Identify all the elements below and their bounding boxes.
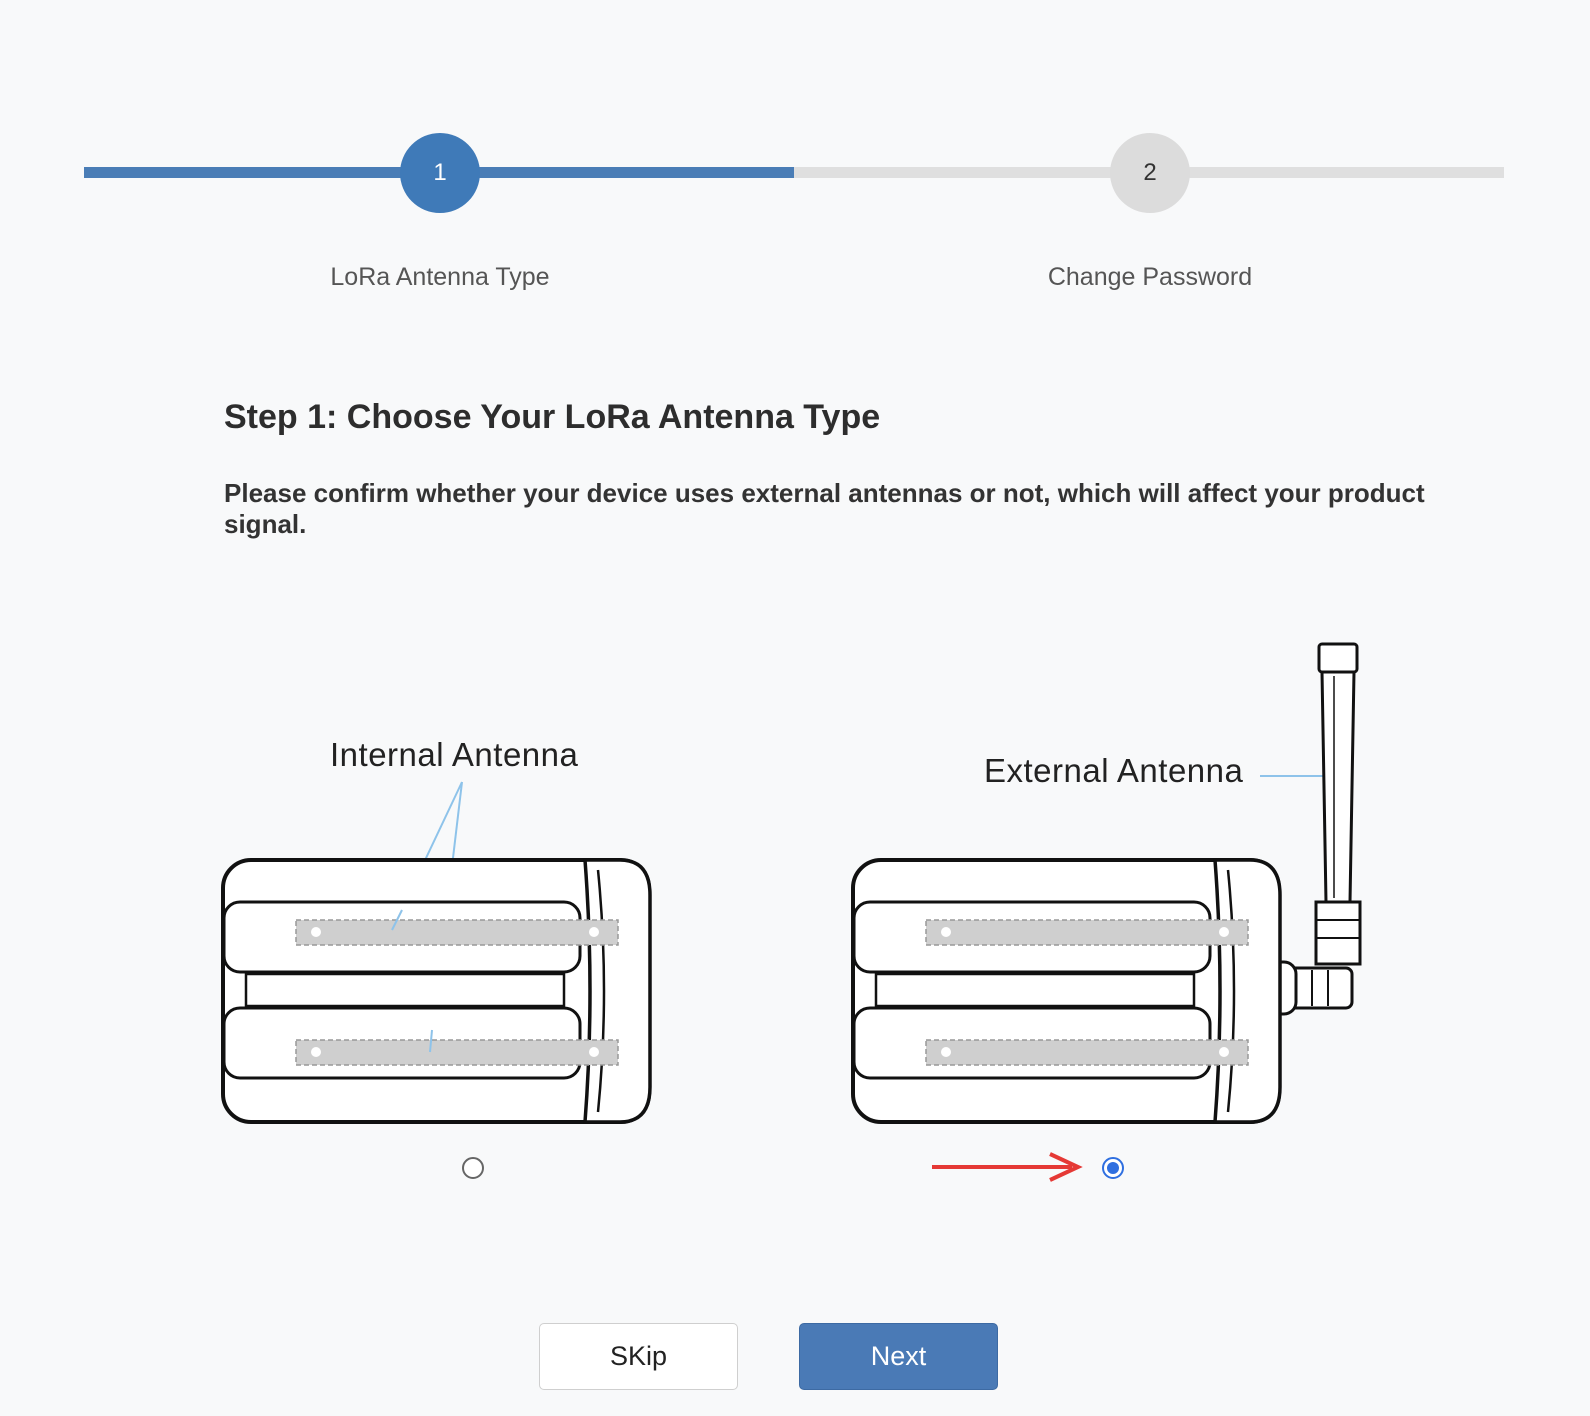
step-2-indicator: 2: [1110, 133, 1190, 213]
setup-wizard: 1 2 LoRa Antenna Type Change Password St…: [0, 0, 1590, 1416]
external-antenna-label: External Antenna: [984, 752, 1244, 789]
red-arrow-annotation-icon: [932, 1152, 1083, 1182]
external-antenna-radio[interactable]: [1102, 1157, 1124, 1179]
page-title: Step 1: Choose Your LoRa Antenna Type: [224, 398, 881, 436]
internal-antenna-illustration[interactable]: Internal Antenna: [220, 730, 670, 1140]
internal-antenna-device-drawing: [221, 781, 652, 1124]
external-antenna-device-drawing: [851, 642, 1362, 1124]
internal-antenna-label: Internal Antenna: [330, 736, 579, 773]
external-antenna-illustration[interactable]: External Antenna: [850, 640, 1370, 1140]
progress-stepper: 1 2 LoRa Antenna Type Change Password: [84, 130, 1504, 310]
step-2-label: Change Password: [1047, 263, 1253, 291]
skip-button[interactable]: SKip: [539, 1323, 738, 1390]
step-1-label: LoRa Antenna Type: [330, 263, 550, 291]
next-button[interactable]: Next: [799, 1323, 998, 1390]
page-description: Please confirm whether your device uses …: [224, 478, 1425, 539]
step-1-indicator: 1: [400, 133, 480, 213]
internal-antenna-radio[interactable]: [462, 1157, 484, 1179]
